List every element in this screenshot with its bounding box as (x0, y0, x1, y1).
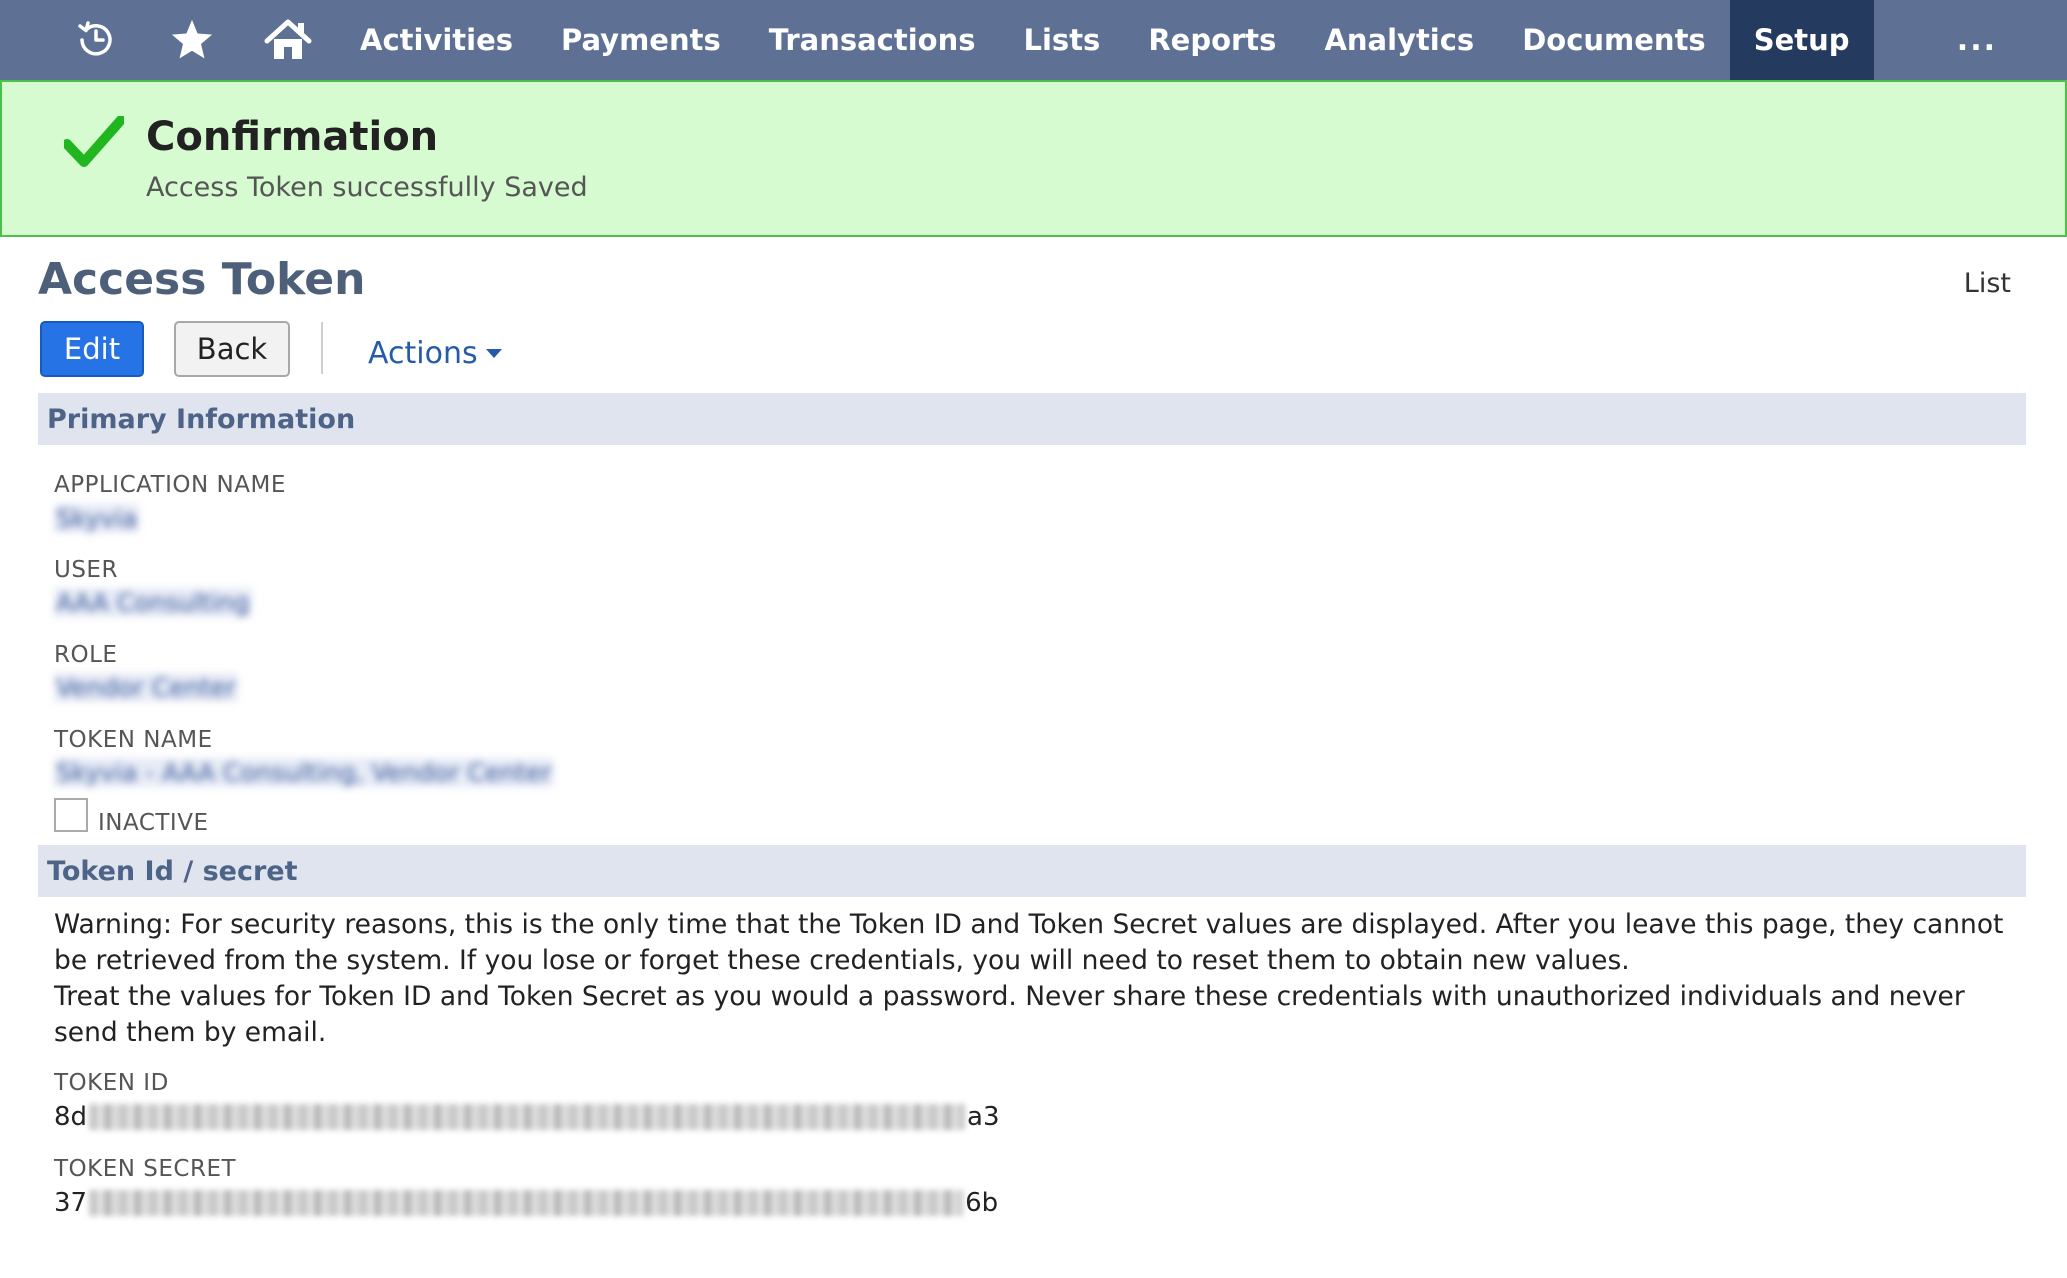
page-title: Access Token (38, 254, 366, 305)
edit-button[interactable]: Edit (40, 321, 144, 377)
token-name-value: Skyvia - AAA Consulting, Vendor Center (54, 758, 554, 787)
confirmation-banner: Confirmation Access Token successfully S… (0, 80, 2067, 237)
nav-item-lists[interactable]: Lists (1000, 0, 1125, 80)
top-navigation: Activities Payments Transactions Lists R… (0, 0, 2067, 80)
token-name-label: TOKEN NAME (54, 727, 213, 753)
toolbar-divider (321, 322, 323, 374)
role-label: ROLE (54, 642, 118, 668)
nav-item-transactions[interactable]: Transactions (745, 0, 1000, 80)
star-icon[interactable] (144, 0, 240, 80)
security-warning: Warning: For security reasons, this is t… (54, 907, 2014, 1051)
inactive-row: INACTIVE (54, 798, 208, 836)
caret-down-icon (485, 349, 502, 358)
inactive-checkbox[interactable] (54, 798, 88, 832)
token-id-prefix: 8d (54, 1102, 88, 1132)
actions-menu[interactable]: Actions (368, 336, 502, 371)
application-name-label: APPLICATION NAME (54, 472, 286, 498)
nav-item-reports[interactable]: Reports (1124, 0, 1300, 80)
nav-item-documents[interactable]: Documents (1498, 0, 1730, 80)
token-secret-label: TOKEN SECRET (54, 1156, 237, 1182)
checkmark-icon (62, 115, 126, 172)
user-label: USER (54, 557, 118, 583)
section-token-id-secret[interactable]: Token Id / secret (38, 845, 2026, 897)
nav-item-setup[interactable]: Setup (1729, 0, 1874, 80)
token-secret-value: 37 6b (54, 1188, 998, 1218)
recent-history-icon[interactable] (48, 0, 144, 80)
section-primary-information[interactable]: Primary Information (38, 393, 2026, 445)
role-value[interactable]: Vendor Center (54, 673, 238, 702)
token-id-suffix: a3 (967, 1102, 1000, 1132)
inactive-label: INACTIVE (98, 810, 209, 836)
token-secret-suffix: 6b (965, 1188, 999, 1218)
actions-label: Actions (368, 336, 478, 371)
home-icon[interactable] (240, 0, 336, 80)
list-link[interactable]: List (1964, 268, 2011, 299)
token-id-label: TOKEN ID (54, 1070, 169, 1096)
token-secret-prefix: 37 (54, 1188, 88, 1218)
nav-more-button[interactable]: ... (1957, 0, 1997, 80)
token-id-redacted (89, 1104, 966, 1130)
warning-line-1: Warning: For security reasons, this is t… (54, 909, 2004, 976)
user-value[interactable]: AAA Consulting (54, 588, 252, 617)
confirmation-message: Access Token successfully Saved (146, 172, 588, 203)
nav-item-payments[interactable]: Payments (537, 0, 745, 80)
warning-line-2: Treat the values for Token ID and Token … (54, 981, 1965, 1048)
application-name-value[interactable]: Skyvia (54, 504, 140, 533)
confirmation-title: Confirmation (146, 114, 439, 160)
nav-item-analytics[interactable]: Analytics (1300, 0, 1498, 80)
token-id-value: 8d a3 (54, 1102, 1000, 1132)
token-secret-redacted (89, 1190, 964, 1216)
nav-item-activities[interactable]: Activities (336, 0, 537, 80)
back-button[interactable]: Back (174, 321, 290, 377)
